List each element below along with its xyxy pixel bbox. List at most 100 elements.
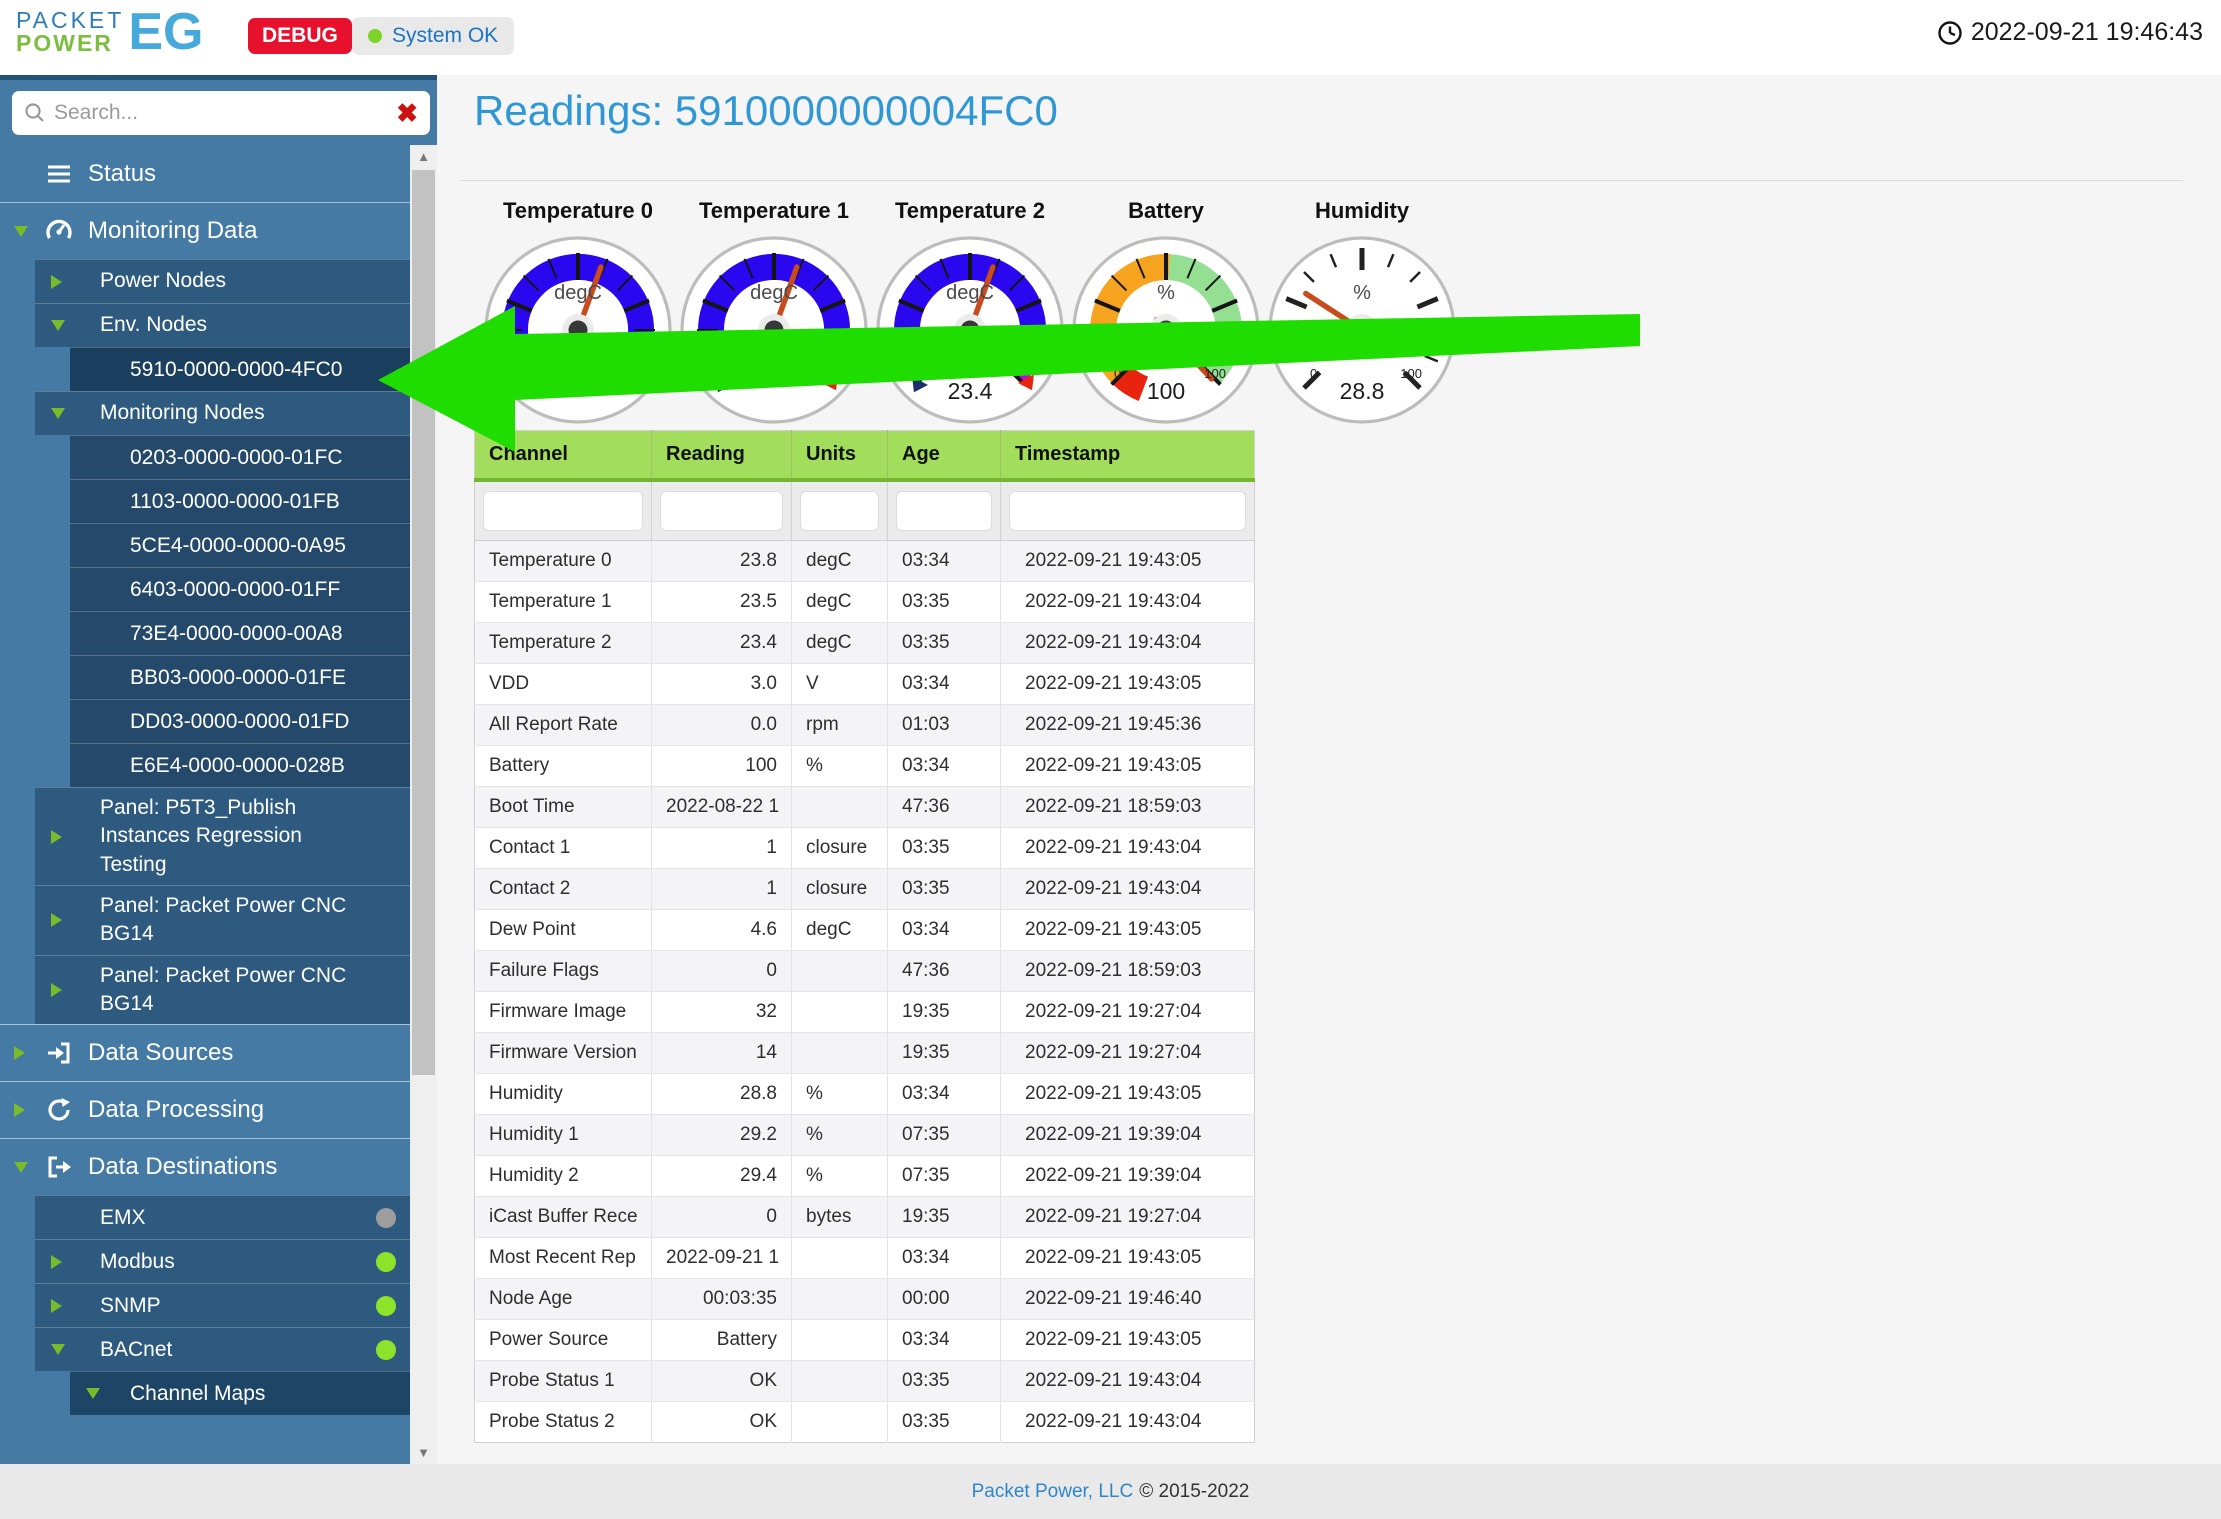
- sidebar-item-1103-0000-0000-01fb[interactable]: 1103-0000-0000-01FB: [70, 479, 410, 523]
- footer-link[interactable]: Packet Power, LLC: [972, 1481, 1134, 1503]
- packet-power-logo[interactable]: PACKET POWER EG: [16, 6, 203, 58]
- cell-units: V: [792, 664, 888, 705]
- cell-age: 19:35: [888, 1197, 1001, 1238]
- sidebar-item-label: Monitoring Nodes: [100, 393, 372, 433]
- cell-units: rpm: [792, 705, 888, 746]
- table-row: Dew Point4.6degC03:342022-09-21 19:43:05: [475, 910, 1255, 951]
- chevron-down-icon[interactable]: [51, 1344, 65, 1355]
- cell-units: [792, 992, 888, 1033]
- sidebar-item-e6e4-0000-0000-028b[interactable]: E6E4-0000-0000-028B: [70, 743, 410, 787]
- column-header-channel[interactable]: Channel: [475, 431, 652, 481]
- cell-reading: 4.6: [652, 910, 792, 951]
- sidebar-item-status[interactable]: Status: [0, 145, 410, 202]
- cell-timestamp: 2022-09-21 19:43:04: [1001, 828, 1255, 869]
- chevron-right-icon[interactable]: [51, 983, 62, 997]
- gauge-value: 28.8: [1264, 378, 1460, 405]
- cell-age: 19:35: [888, 992, 1001, 1033]
- chevron-right-icon[interactable]: [51, 830, 62, 844]
- cell-timestamp: 2022-09-21 18:59:03: [1001, 787, 1255, 828]
- cell-timestamp: 2022-09-21 19:43:04: [1001, 1361, 1255, 1402]
- chevron-down-icon[interactable]: [14, 226, 28, 237]
- filter-input-age[interactable]: [896, 491, 992, 531]
- sidebar-item-data-destinations[interactable]: Data Destinations: [0, 1138, 410, 1195]
- sidebar-item-73e4-0000-0000-00a8[interactable]: 73E4-0000-0000-00A8: [70, 611, 410, 655]
- cell-reading: 3.0: [652, 664, 792, 705]
- sidebar-item-panel-packet-power-cnc-bg14[interactable]: Panel: Packet Power CNC BG14: [35, 955, 410, 1025]
- sidebar-item-power-nodes[interactable]: Power Nodes: [35, 259, 410, 303]
- chevron-right-icon[interactable]: [51, 1299, 62, 1313]
- filter-input-channel[interactable]: [483, 491, 643, 531]
- sidebar-item-env-nodes[interactable]: Env. Nodes: [35, 303, 410, 347]
- filter-input-timestamp[interactable]: [1009, 491, 1246, 531]
- chevron-down-icon[interactable]: [51, 320, 65, 331]
- chevron-down-icon[interactable]: [14, 1162, 28, 1173]
- scroll-down-arrow-icon[interactable]: ▼: [410, 1445, 437, 1460]
- scroll-up-arrow-icon[interactable]: ▲: [410, 149, 437, 164]
- title-divider: [460, 180, 2183, 181]
- sidebar-item-monitoring-nodes[interactable]: Monitoring Nodes: [35, 391, 410, 435]
- cell-timestamp: 2022-09-21 19:43:04: [1001, 623, 1255, 664]
- search-input[interactable]: [54, 101, 388, 125]
- sidebar-item-snmp[interactable]: SNMP: [35, 1283, 410, 1327]
- cell-reading: 1: [652, 828, 792, 869]
- sidebar-item-bacnet[interactable]: BACnet: [35, 1327, 410, 1371]
- sidebar-item-data-sources[interactable]: Data Sources: [0, 1024, 410, 1081]
- chevron-right-icon[interactable]: [51, 275, 62, 289]
- search-box: ✖: [12, 91, 430, 135]
- column-header-age[interactable]: Age: [888, 431, 1001, 481]
- sidebar-item-dd03-0000-0000-01fd[interactable]: DD03-0000-0000-01FD: [70, 699, 410, 743]
- column-header-timestamp[interactable]: Timestamp: [1001, 431, 1255, 481]
- sidebar-item-0203-0000-0000-01fc[interactable]: 0203-0000-0000-01FC: [70, 435, 410, 479]
- column-header-units[interactable]: Units: [792, 431, 888, 481]
- sidebar-item-data-processing[interactable]: Data Processing: [0, 1081, 410, 1138]
- system-status-label: System OK: [392, 24, 498, 48]
- cell-age: 03:35: [888, 582, 1001, 623]
- chevron-right-icon[interactable]: [51, 913, 62, 927]
- page-title: Readings: 5910000000004FC0: [474, 87, 1058, 135]
- clear-search-icon[interactable]: ✖: [396, 100, 418, 126]
- sidebar-item-monitoring-data[interactable]: Monitoring Data: [0, 202, 410, 259]
- cell-timestamp: 2022-09-21 19:39:04: [1001, 1156, 1255, 1197]
- sidebar-item-label: Channel Maps: [130, 1382, 265, 1406]
- cell-timestamp: 2022-09-21 19:27:04: [1001, 1033, 1255, 1074]
- cell-units: [792, 1033, 888, 1074]
- sidebar-item-5910-0000-0000-4fc0[interactable]: 5910-0000-0000-4FC0: [70, 347, 410, 391]
- cell-reading: 29.2: [652, 1115, 792, 1156]
- chevron-right-icon[interactable]: [14, 1046, 25, 1060]
- cell-channel: Contact 1: [475, 828, 652, 869]
- cell-units: %: [792, 1074, 888, 1115]
- gauge-min-label: 0: [1310, 366, 1317, 381]
- table-row: Temperature 123.5degC03:352022-09-21 19:…: [475, 582, 1255, 623]
- chevron-right-icon[interactable]: [51, 1255, 62, 1269]
- gauge-row: Temperature 0degCTemperature 1degCTemper…: [480, 198, 1460, 428]
- cell-reading: 28.8: [652, 1074, 792, 1115]
- cell-units: %: [792, 1156, 888, 1197]
- cell-age: 47:36: [888, 951, 1001, 992]
- sidebar-item-channel-maps[interactable]: Channel Maps: [70, 1371, 410, 1415]
- search-icon: [24, 102, 46, 124]
- cell-units: degC: [792, 582, 888, 623]
- scrollbar-thumb[interactable]: [412, 170, 435, 1075]
- sidebar-item-emx[interactable]: EMX: [35, 1195, 410, 1239]
- chevron-down-icon[interactable]: [51, 408, 65, 419]
- cell-channel: Failure Flags: [475, 951, 652, 992]
- sidebar-item-modbus[interactable]: Modbus: [35, 1239, 410, 1283]
- cell-age: 07:35: [888, 1115, 1001, 1156]
- sidebar-item-panel-p5t3-publish-instances-regression-testing[interactable]: Panel: P5T3_Publish Instances Regression…: [35, 787, 410, 885]
- column-header-reading[interactable]: Reading: [652, 431, 792, 481]
- cell-timestamp: 2022-09-21 19:43:05: [1001, 1320, 1255, 1361]
- logo-line2: POWER: [16, 32, 124, 55]
- cell-age: 03:34: [888, 541, 1001, 582]
- sidebar-item-6403-0000-0000-01ff[interactable]: 6403-0000-0000-01FF: [70, 567, 410, 611]
- cell-channel: Dew Point: [475, 910, 652, 951]
- sidebar-item-5ce4-0000-0000-0a95[interactable]: 5CE4-0000-0000-0A95: [70, 523, 410, 567]
- sidebar-item-panel-packet-power-cnc-bg14[interactable]: Panel: Packet Power CNC BG14: [35, 885, 410, 955]
- sidebar-item-label: 5CE4-0000-0000-0A95: [130, 534, 346, 558]
- filter-input-units[interactable]: [800, 491, 879, 531]
- main-content: Readings: 5910000000004FC0 Temperature 0…: [437, 75, 2221, 1464]
- filter-input-reading[interactable]: [660, 491, 783, 531]
- table-row: Temperature 223.4degC03:352022-09-21 19:…: [475, 623, 1255, 664]
- chevron-down-icon[interactable]: [86, 1388, 100, 1399]
- chevron-right-icon[interactable]: [14, 1103, 25, 1117]
- sidebar-item-bb03-0000-0000-01fe[interactable]: BB03-0000-0000-01FE: [70, 655, 410, 699]
